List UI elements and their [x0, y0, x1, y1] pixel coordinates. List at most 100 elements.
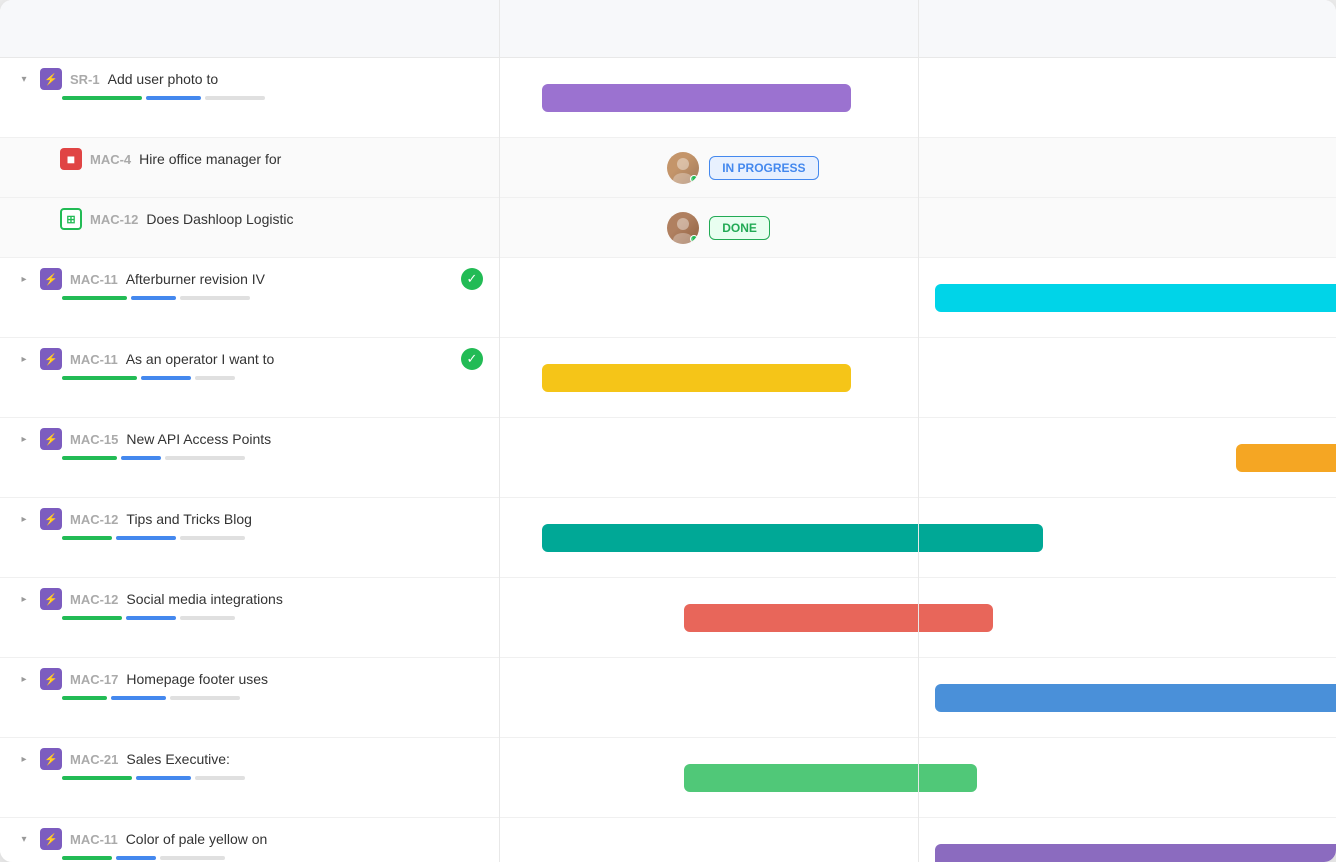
ticket-id: MAC-15	[70, 432, 118, 447]
epic-row-mac11: ▸ ⚡ MAC-11 Afterburner revision IV ✓	[0, 258, 499, 338]
ticket-id: MAC-4	[90, 152, 131, 167]
gantt-body: ▾ ⚡ SR-1 Add user photo to ■ MAC-4 Hire …	[0, 58, 1336, 862]
epic-row-mac17: ▸ ⚡ MAC-17 Homepage footer uses	[0, 658, 499, 738]
progress-bar	[141, 376, 191, 380]
chevron-icon[interactable]: ▸	[16, 431, 32, 447]
chevron-icon[interactable]: ▸	[16, 751, 32, 767]
epic-name: Hire office manager for	[139, 151, 483, 167]
header-epic	[0, 0, 500, 57]
progress-bar	[62, 296, 127, 300]
ticket-id: MAC-21	[70, 752, 118, 767]
epic-row-mac12: ▸ ⚡ MAC-12 Tips and Tricks Blog	[0, 498, 499, 578]
chevron-icon[interactable]: ▸	[16, 271, 32, 287]
lightning-icon: ⚡	[40, 508, 62, 530]
epic-name: Afterburner revision IV	[126, 271, 453, 287]
lightning-icon: ⚡	[40, 828, 62, 850]
epic-name: Homepage footer uses	[126, 671, 483, 687]
grid-icon: ⊞	[60, 208, 82, 230]
progress-bar	[180, 536, 245, 540]
progress-bar	[136, 776, 191, 780]
header-month-jun	[919, 0, 1336, 57]
ticket-id: MAC-11	[70, 272, 118, 287]
gantt-bar[interactable]	[1236, 444, 1336, 472]
progress-bar	[62, 616, 122, 620]
progress-bar	[62, 696, 107, 700]
chevron-icon[interactable]: ▸	[16, 351, 32, 367]
epic-row-mac4: ■ MAC-4 Hire office manager for	[0, 138, 499, 198]
ticket-id: MAC-11	[70, 832, 118, 847]
complete-badge: ✓	[461, 268, 483, 290]
lightning-icon: ⚡	[40, 428, 62, 450]
progress-bar	[165, 456, 245, 460]
progress-bar	[62, 856, 112, 860]
epic-name: Does Dashloop Logistic	[146, 211, 483, 227]
epic-row-sr1: ▾ ⚡ SR-1 Add user photo to	[0, 58, 499, 138]
epic-name: As an operator I want to	[126, 351, 453, 367]
progress-bar	[62, 376, 137, 380]
progress-bar	[62, 456, 117, 460]
status-badge: DONE	[709, 216, 770, 240]
progress-bar	[195, 376, 235, 380]
epic-name: Color of pale yellow on	[126, 831, 483, 847]
chevron-icon[interactable]: ▾	[16, 71, 32, 87]
avatar-status-group: IN PROGRESS	[667, 152, 818, 184]
progress-bar	[111, 696, 166, 700]
progress-bar	[146, 96, 201, 100]
epic-name: Add user photo to	[108, 71, 483, 87]
gantt-bar[interactable]	[935, 844, 1336, 862]
lightning-icon: ⚡	[40, 588, 62, 610]
epic-name: Sales Executive:	[126, 751, 483, 767]
epic-row-mac15: ▸ ⚡ MAC-15 New API Access Points	[0, 418, 499, 498]
ticket-id: MAC-12	[70, 512, 118, 527]
epic-row-mac12: ⊞ MAC-12 Does Dashloop Logistic	[0, 198, 499, 258]
epic-list: ▾ ⚡ SR-1 Add user photo to ■ MAC-4 Hire …	[0, 58, 500, 862]
ticket-id: SR-1	[70, 72, 100, 87]
epic-row-mac11: ▸ ⚡ MAC-11 As an operator I want to ✓	[0, 338, 499, 418]
chevron-icon[interactable]: ▾	[16, 831, 32, 847]
header-month-may	[500, 0, 919, 57]
progress-bar	[62, 536, 112, 540]
status-badge: IN PROGRESS	[709, 156, 818, 180]
progress-bar	[126, 616, 176, 620]
progress-bar	[116, 536, 176, 540]
progress-bar	[62, 96, 142, 100]
progress-bar	[180, 616, 235, 620]
ticket-id: MAC-17	[70, 672, 118, 687]
epic-row-mac21: ▸ ⚡ MAC-21 Sales Executive:	[0, 738, 499, 818]
gantt-bar[interactable]	[542, 84, 851, 112]
epic-name: New API Access Points	[126, 431, 483, 447]
timeline-divider	[918, 58, 919, 862]
chevron-icon[interactable]: ▸	[16, 671, 32, 687]
progress-bar	[121, 456, 161, 460]
progress-bar	[170, 696, 240, 700]
chevron-icon[interactable]: ▸	[16, 591, 32, 607]
ticket-id: MAC-11	[70, 352, 118, 367]
lightning-icon: ⚡	[40, 668, 62, 690]
avatar	[667, 152, 699, 184]
gantt-bar[interactable]	[542, 524, 1044, 552]
gantt-bar[interactable]	[542, 364, 851, 392]
avatar-status-group: DONE	[667, 212, 770, 244]
gantt-bar[interactable]	[935, 684, 1336, 712]
progress-bar	[116, 856, 156, 860]
epic-row-mac12: ▸ ⚡ MAC-12 Social media integrations	[0, 578, 499, 658]
lightning-icon: ⚡	[40, 748, 62, 770]
progress-bar	[131, 296, 176, 300]
stop-icon: ■	[60, 148, 82, 170]
lightning-icon: ⚡	[40, 68, 62, 90]
chevron-icon[interactable]: ▸	[16, 511, 32, 527]
gantt-bar[interactable]	[684, 764, 977, 792]
epic-name: Social media integrations	[126, 591, 483, 607]
lightning-icon: ⚡	[40, 268, 62, 290]
progress-bar	[62, 776, 132, 780]
epic-row-mac11: ▾ ⚡ MAC-11 Color of pale yellow on	[0, 818, 499, 862]
app-container: ▾ ⚡ SR-1 Add user photo to ■ MAC-4 Hire …	[0, 0, 1336, 862]
gantt-bar[interactable]	[935, 284, 1336, 312]
progress-bar	[160, 856, 225, 860]
complete-badge: ✓	[461, 348, 483, 370]
avatar	[667, 212, 699, 244]
timeline-area: IN PROGRESS DONE TO DO	[500, 58, 1336, 862]
progress-bar	[180, 296, 250, 300]
ticket-id: MAC-12	[70, 592, 118, 607]
gantt-bar[interactable]	[684, 604, 993, 632]
